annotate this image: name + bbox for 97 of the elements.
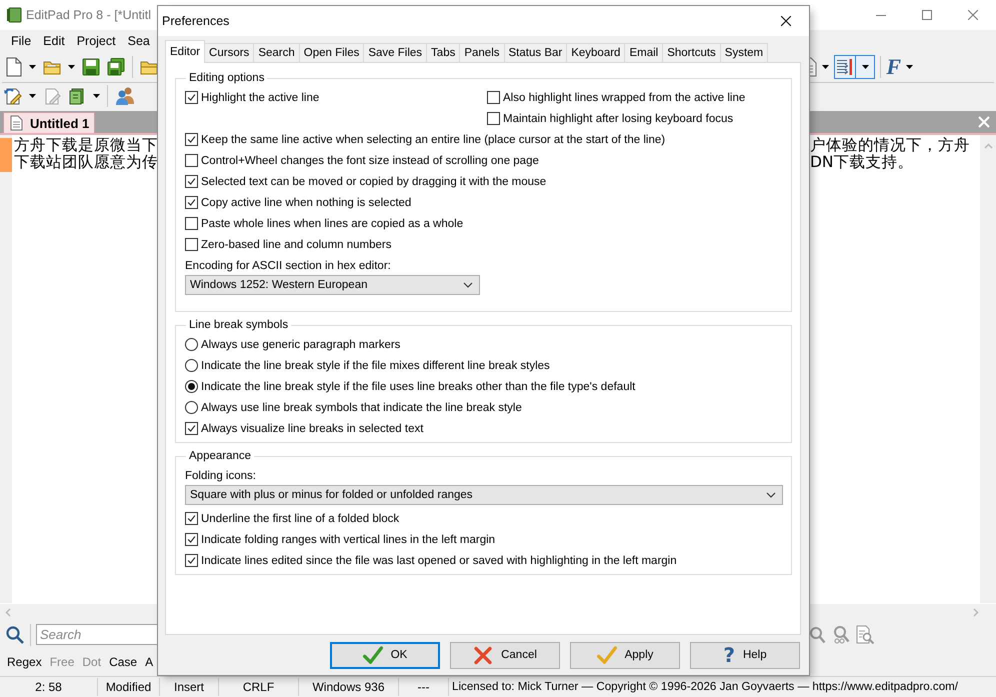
check-icon [362, 646, 383, 664]
status-text: 2: 58 [0, 678, 98, 696]
checkbox[interactable] [185, 154, 198, 167]
caret-icon[interactable] [93, 94, 100, 98]
file-tab[interactable]: Untitled 1 [3, 112, 96, 133]
checkbox[interactable] [185, 217, 198, 230]
toggle-button[interactable] [834, 55, 856, 79]
checkbox[interactable] [185, 554, 198, 567]
apply-button[interactable]: Apply [570, 642, 680, 668]
caret-icon [862, 65, 869, 69]
group-title: Editing options [188, 71, 266, 85]
caret-icon[interactable] [29, 94, 36, 98]
checkbox[interactable] [185, 512, 198, 525]
document-search-icon[interactable] [855, 624, 875, 644]
caret-icon[interactable] [822, 65, 830, 69]
editor-text: DN下载支持。 [810, 154, 914, 171]
checkbox-label[interactable]: Copy active line when nothing is selected [201, 196, 412, 208]
font-icon[interactable]: F [886, 56, 901, 78]
checkbox-label[interactable]: Selected text can be moved or copied by dragging it with the mouse [201, 176, 546, 188]
checkbox-label[interactable]: Underline the first line of a folded block [201, 512, 400, 524]
notebook-icon[interactable] [68, 87, 86, 105]
checkbox[interactable] [185, 238, 198, 251]
dropdown-button[interactable] [855, 55, 876, 79]
field-label: Encoding for ASCII section in hex editor: [185, 259, 391, 273]
search-option[interactable]: Case [109, 655, 138, 669]
notebook-icon [6, 7, 22, 23]
status-text: Insert [160, 678, 219, 696]
radio-label[interactable]: Always use line break symbols that indicate the line break style [201, 402, 522, 414]
edit-document-icon[interactable] [4, 87, 22, 105]
caret-icon[interactable] [29, 65, 36, 69]
dialog-title: Preferences [162, 14, 230, 28]
checkbox[interactable] [185, 91, 198, 104]
radio-button[interactable] [185, 401, 198, 414]
checkbox-label[interactable]: Paste whole lines when lines are copied as a whole [201, 218, 464, 230]
editor-text: 方舟下载是原微当下 [14, 137, 158, 154]
checkbox[interactable] [487, 112, 500, 125]
status-text: --- [399, 678, 449, 696]
check-icon [596, 646, 617, 664]
checkbox-label[interactable]: Maintain highlight after losing keyboard focus [503, 112, 734, 124]
magnifier-icon[interactable] [807, 624, 827, 644]
field-label: Folding icons: [185, 469, 256, 483]
radio-button[interactable] [185, 359, 198, 372]
radio-button[interactable] [185, 338, 198, 351]
checkbox[interactable] [185, 422, 198, 435]
help-button[interactable]: ? Help [690, 642, 800, 668]
radio-label[interactable]: Indicate the line break style if the file uses line breaks other than the file type's default [201, 380, 636, 392]
question-mark-icon: ? [723, 645, 735, 665]
cross-icon [473, 646, 494, 664]
group-title: Appearance [188, 449, 252, 463]
menu-item[interactable]: Sea [122, 34, 156, 48]
dropdown[interactable]: Windows 1252: Western European [185, 275, 480, 295]
checkbox-label[interactable]: Always visualize line breaks in selected text [201, 422, 424, 434]
chevron-down-icon [766, 492, 776, 498]
status-text: Windows 936 [299, 678, 399, 696]
checkbox[interactable] [185, 196, 198, 209]
cancel-button[interactable]: Cancel [450, 642, 560, 668]
editor-text: 下载站团队愿意为传 [14, 154, 158, 171]
dropdown[interactable]: Square with plus or minus for folded or unfolded ranges [185, 485, 783, 505]
document-icon [10, 115, 23, 131]
checkbox[interactable] [185, 533, 198, 546]
checkbox-label[interactable]: Zero-based line and column numbers [201, 238, 392, 250]
chevron-down-icon [463, 282, 473, 288]
radio-label[interactable]: Indicate the line break style if the file mixes different line break styles [201, 360, 550, 372]
search-icon[interactable] [5, 624, 25, 644]
editor-text: 户体验的情况下，方舟 [810, 137, 970, 154]
status-text: Licensed to: Mick Turner — Copyright © 1996-2026 Jan Goyvaerts — https://www.editpadpro.com/ [451, 679, 960, 695]
checkbox[interactable] [487, 91, 500, 104]
close-icon[interactable] [781, 16, 791, 26]
menu-item[interactable]: Project [70, 34, 122, 48]
window-title: EditPad Pro 8 - [*Untitl [26, 8, 152, 22]
text-lines-icon [837, 59, 854, 75]
floppy-disks-icon[interactable] [107, 58, 125, 76]
settings-tab[interactable]: Editor [165, 40, 206, 63]
group-title: Line break symbols [188, 318, 290, 332]
maximize-icon[interactable] [922, 10, 932, 20]
caret-icon[interactable] [906, 65, 913, 69]
checkbox[interactable] [185, 133, 198, 146]
menu-item[interactable]: Edit [37, 34, 71, 48]
settings-tab[interactable]: System [720, 43, 768, 62]
caret-icon[interactable] [68, 65, 75, 69]
ok-button[interactable]: OK [330, 642, 440, 668]
radio-button[interactable] [185, 380, 198, 393]
checkbox-label[interactable]: Also highlight lines wrapped from the active line [503, 92, 746, 104]
search-option[interactable]: A [145, 655, 154, 669]
new-document-icon[interactable] [6, 57, 22, 77]
checkbox-label[interactable]: Control+Wheel changes the font size instead of scrolling one page [201, 154, 539, 166]
people-icon[interactable] [115, 86, 135, 106]
status-text: Modified [98, 678, 160, 696]
menu-item[interactable]: File [5, 34, 38, 48]
checkbox-label[interactable]: Indicate lines edited since the file was last opened or saved with highlighting in the left margin [201, 554, 677, 566]
status-text: CRLF [219, 678, 299, 696]
checkbox-label[interactable]: Indicate folding ranges with vertical lines in the left margin [201, 534, 496, 546]
radio-label[interactable]: Always use generic paragraph markers [201, 338, 400, 350]
checkbox[interactable] [185, 175, 198, 188]
search-option[interactable]: Regex [7, 655, 42, 669]
checkbox-label[interactable]: Highlight the active line [201, 92, 320, 104]
checkbox-label[interactable]: Keep the same line active when selecting an entire line (place cursor at the start of the line) [201, 134, 666, 146]
